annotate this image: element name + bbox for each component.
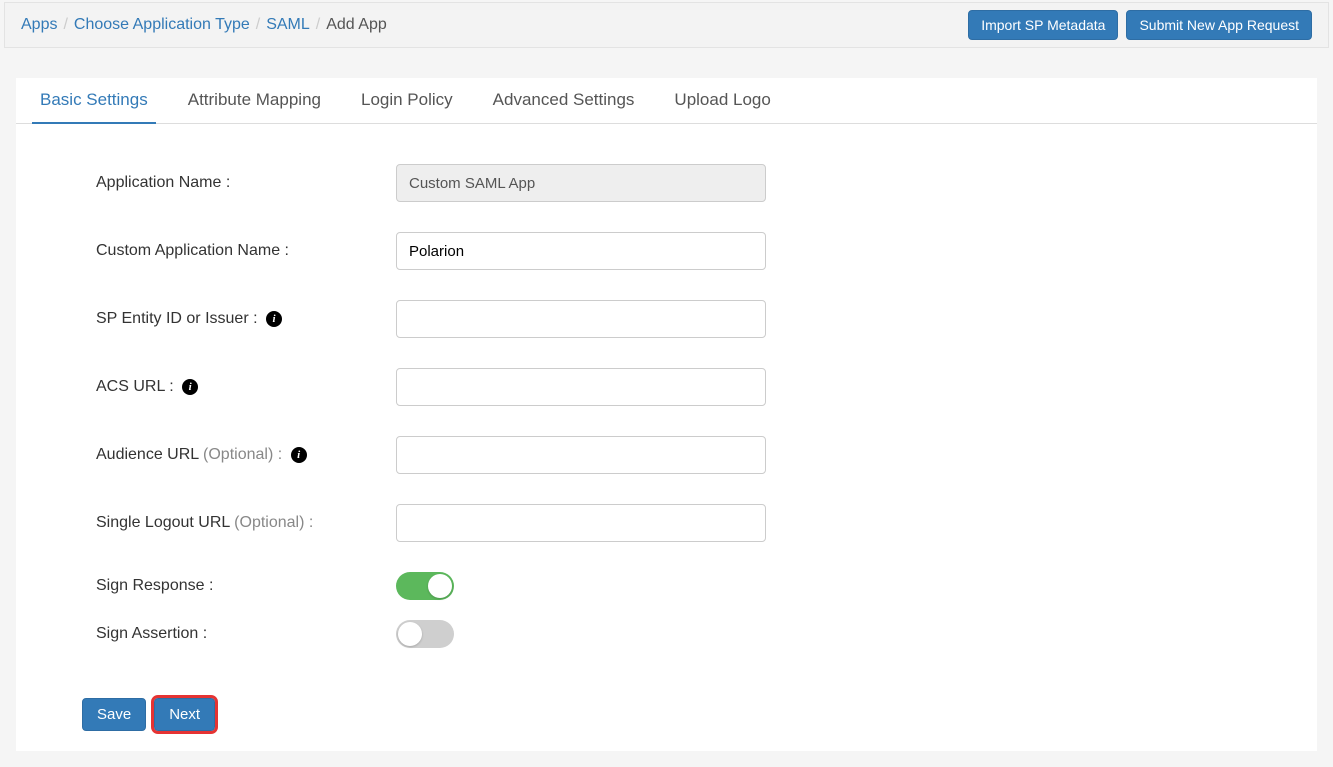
toggle-sign-assertion[interactable] — [396, 620, 454, 648]
breadcrumb-add-app: Add App — [326, 16, 387, 34]
label-slo-url-optional: (Optional) : — [230, 514, 314, 531]
label-acs-url: ACS URL : i — [96, 378, 396, 396]
main-panel: Basic Settings Attribute Mapping Login P… — [16, 78, 1317, 751]
tab-attribute-mapping[interactable]: Attribute Mapping — [180, 78, 329, 124]
label-audience-url-text: Audience URL — [96, 446, 199, 463]
info-icon[interactable]: i — [291, 447, 307, 463]
row-custom-app-name: Custom Application Name : — [96, 232, 1257, 270]
row-sp-entity: SP Entity ID or Issuer : i — [96, 300, 1257, 338]
tab-basic-settings[interactable]: Basic Settings — [32, 78, 156, 124]
import-sp-metadata-button[interactable]: Import SP Metadata — [968, 10, 1118, 40]
tab-advanced-settings[interactable]: Advanced Settings — [485, 78, 643, 124]
toggle-knob — [398, 622, 422, 646]
label-custom-app-name: Custom Application Name : — [96, 242, 396, 260]
info-icon[interactable]: i — [266, 311, 282, 327]
label-audience-url-optional: (Optional) : — [199, 446, 283, 463]
label-sign-assertion: Sign Assertion : — [96, 625, 396, 643]
info-icon[interactable]: i — [182, 379, 198, 395]
breadcrumb-sep: / — [316, 16, 320, 34]
top-buttons: Import SP Metadata Submit New App Reques… — [968, 10, 1312, 40]
label-sp-entity-text: SP Entity ID or Issuer : — [96, 310, 258, 327]
form-area: Application Name : Custom Application Na… — [16, 124, 1317, 678]
toggle-knob — [428, 574, 452, 598]
input-acs-url[interactable] — [396, 368, 766, 406]
save-button[interactable]: Save — [82, 698, 146, 731]
footer-buttons: Save Next — [16, 698, 1317, 731]
breadcrumb-apps[interactable]: Apps — [21, 16, 57, 34]
row-acs-url: ACS URL : i — [96, 368, 1257, 406]
row-sign-assertion: Sign Assertion : — [96, 620, 1257, 648]
breadcrumb-saml[interactable]: SAML — [266, 16, 310, 34]
label-acs-url-text: ACS URL : — [96, 378, 174, 395]
row-application-name: Application Name : — [96, 164, 1257, 202]
breadcrumb-sep: / — [256, 16, 260, 34]
label-application-name: Application Name : — [96, 174, 396, 192]
breadcrumb: Apps / Choose Application Type / SAML / … — [21, 16, 387, 34]
tab-upload-logo[interactable]: Upload Logo — [666, 78, 778, 124]
submit-new-app-request-button[interactable]: Submit New App Request — [1126, 10, 1312, 40]
input-slo-url[interactable] — [396, 504, 766, 542]
toggle-sign-response[interactable] — [396, 572, 454, 600]
label-slo-url: Single Logout URL (Optional) : — [96, 514, 396, 532]
top-bar: Apps / Choose Application Type / SAML / … — [4, 2, 1329, 48]
next-button[interactable]: Next — [154, 698, 215, 731]
label-sp-entity: SP Entity ID or Issuer : i — [96, 310, 396, 328]
label-audience-url: Audience URL (Optional) : i — [96, 446, 396, 464]
row-slo-url: Single Logout URL (Optional) : — [96, 504, 1257, 542]
input-audience-url[interactable] — [396, 436, 766, 474]
input-sp-entity[interactable] — [396, 300, 766, 338]
row-sign-response: Sign Response : — [96, 572, 1257, 600]
row-audience-url: Audience URL (Optional) : i — [96, 436, 1257, 474]
tab-login-policy[interactable]: Login Policy — [353, 78, 461, 124]
breadcrumb-sep: / — [63, 16, 67, 34]
input-application-name — [396, 164, 766, 202]
label-slo-url-text: Single Logout URL — [96, 514, 230, 531]
input-custom-app-name[interactable] — [396, 232, 766, 270]
tabs: Basic Settings Attribute Mapping Login P… — [16, 78, 1317, 124]
breadcrumb-choose-app-type[interactable]: Choose Application Type — [74, 16, 250, 34]
label-sign-response: Sign Response : — [96, 577, 396, 595]
